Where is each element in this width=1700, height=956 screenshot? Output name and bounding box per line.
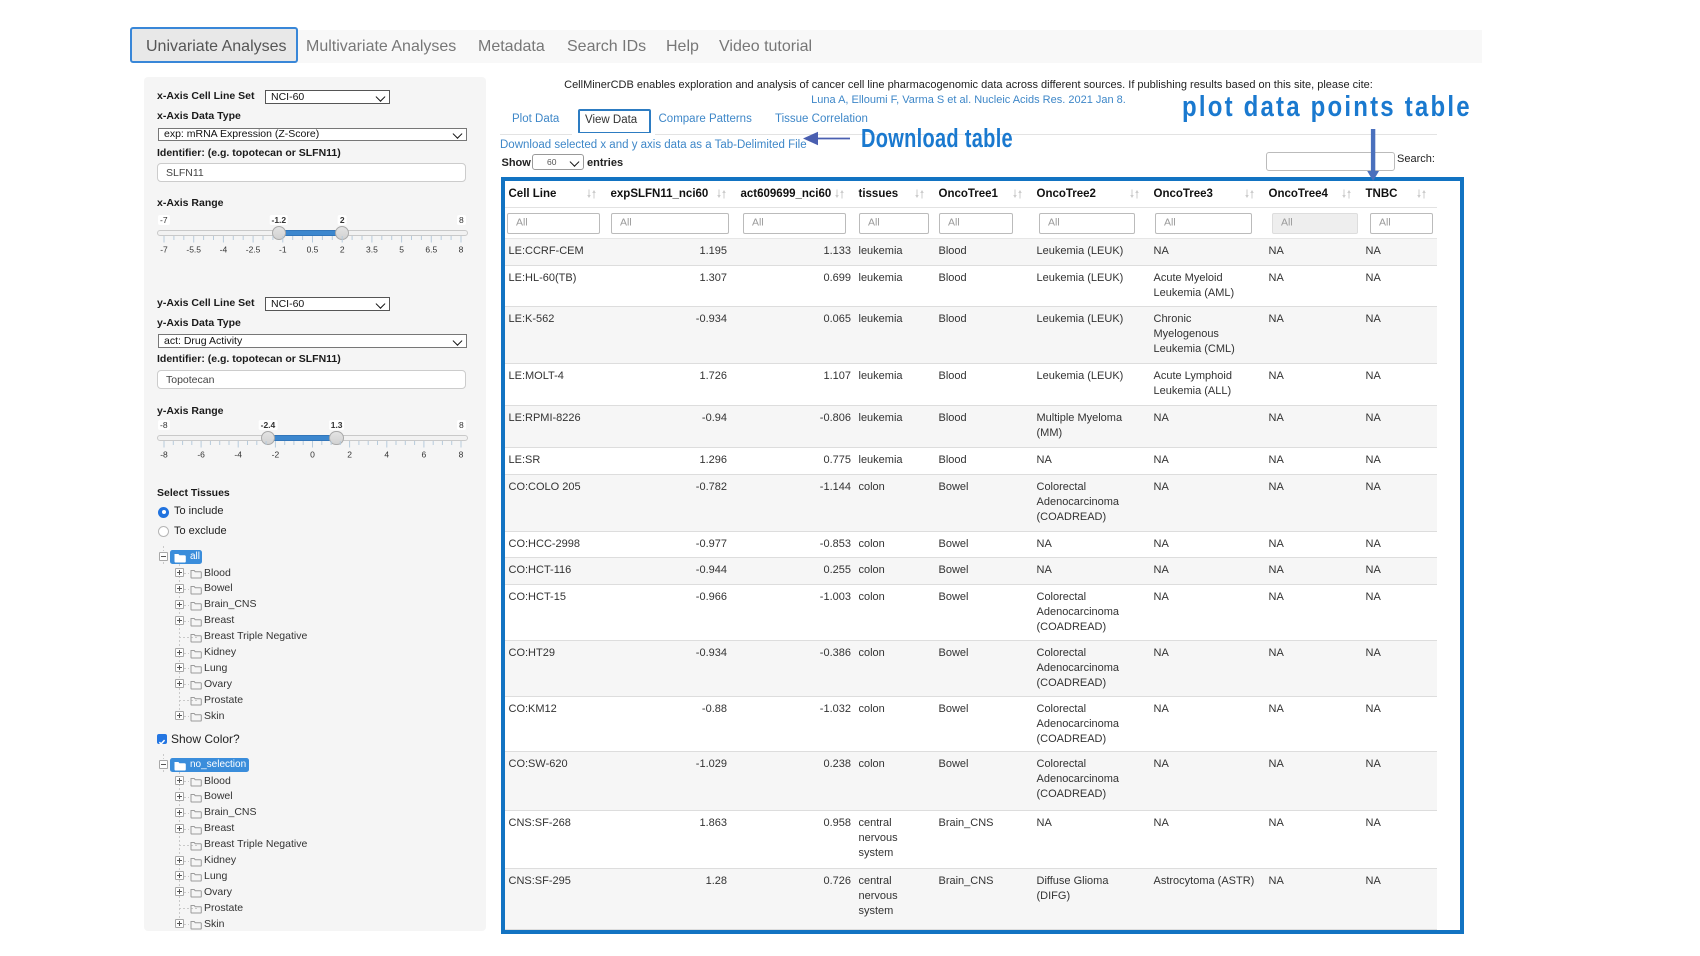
svg-text:3.5: 3.5: [366, 244, 378, 254]
svg-text:-6: -6: [197, 449, 205, 459]
svg-text:6.5: 6.5: [425, 244, 437, 254]
svg-text:-7: -7: [160, 244, 168, 254]
svg-text:8: 8: [459, 449, 464, 459]
svg-text:0: 0: [310, 449, 315, 459]
svg-text:2: 2: [347, 449, 352, 459]
svg-text:-1: -1: [279, 244, 287, 254]
svg-text:0.5: 0.5: [307, 244, 319, 254]
svg-text:4: 4: [384, 449, 389, 459]
svg-text:2: 2: [340, 244, 345, 254]
svg-text:-2.5: -2.5: [246, 244, 261, 254]
svg-text:-4: -4: [220, 244, 228, 254]
svg-text:-2: -2: [272, 449, 280, 459]
svg-text:-8: -8: [160, 449, 168, 459]
svg-text:5: 5: [399, 244, 404, 254]
svg-text:6: 6: [422, 449, 427, 459]
svg-text:-5.5: -5.5: [186, 244, 201, 254]
svg-text:8: 8: [459, 244, 464, 254]
svg-text:-4: -4: [234, 449, 242, 459]
